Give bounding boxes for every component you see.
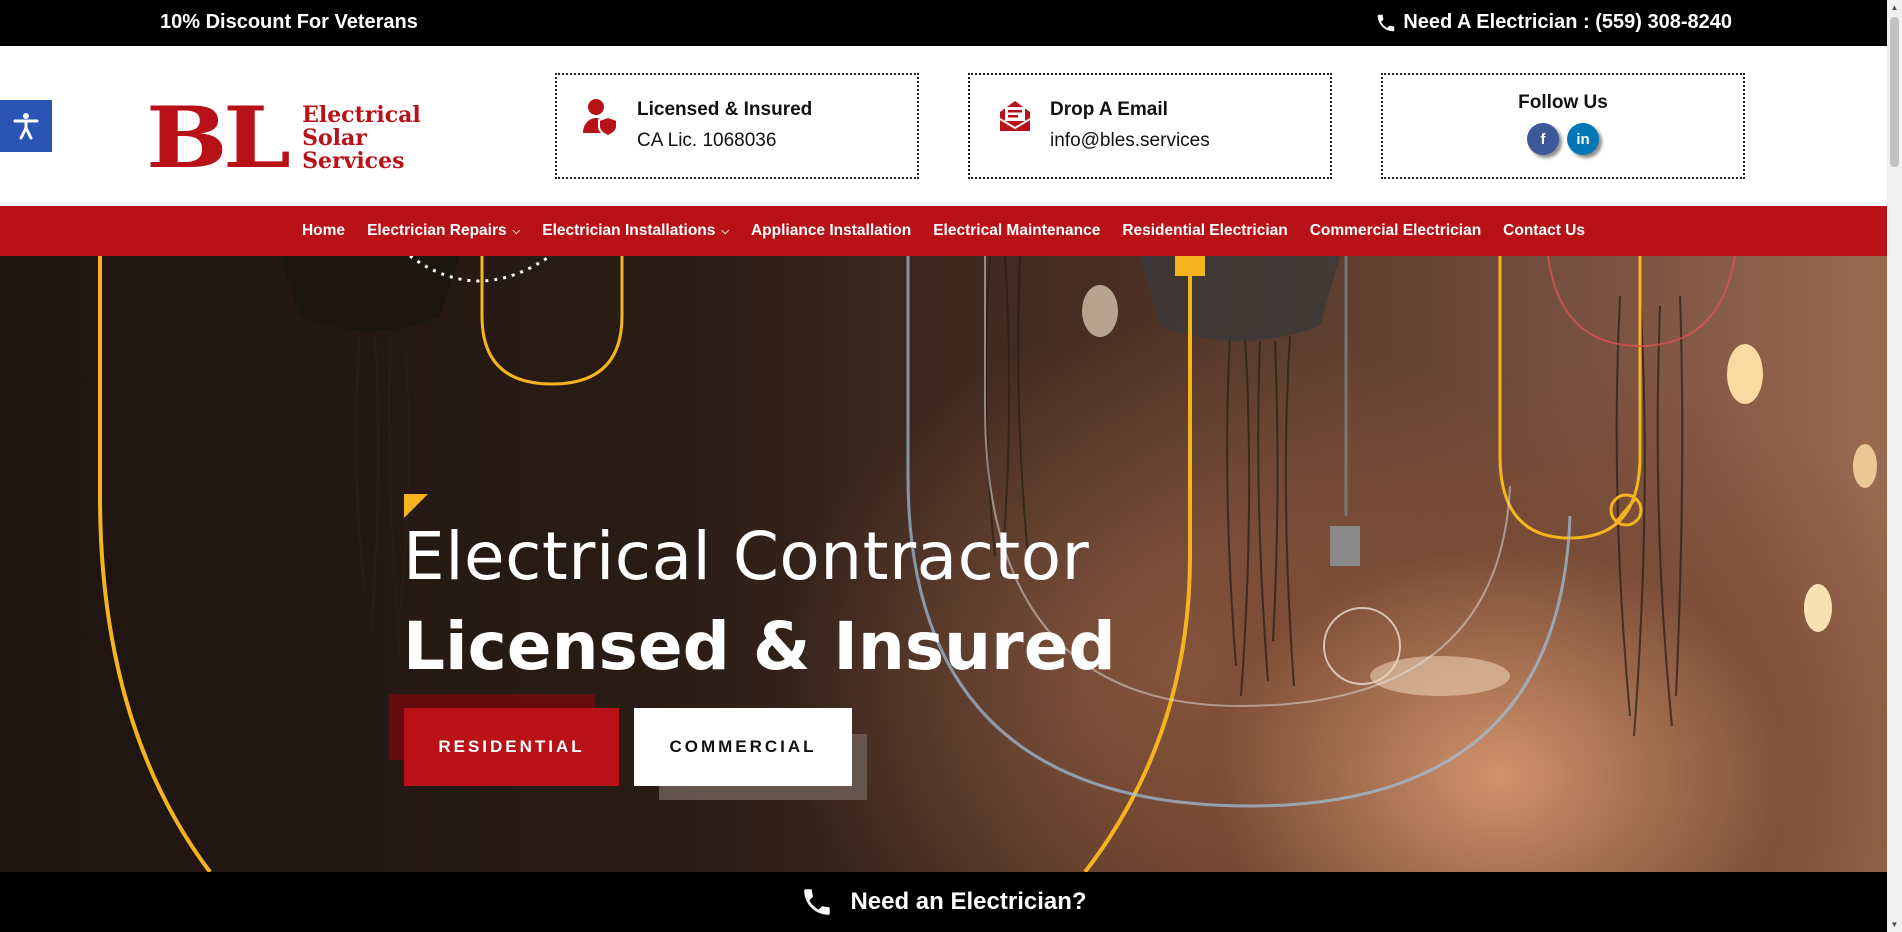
- nav-label: Contact Us: [1503, 222, 1585, 239]
- accessibility-toggle-button[interactable]: [0, 100, 52, 152]
- nav-item-electrician-installations[interactable]: Electrician Installations ⌵: [531, 222, 740, 240]
- header-phone-text: Need A Electrician : (559) 308-8240: [1403, 11, 1732, 33]
- email-title: Drop A Email: [1050, 99, 1168, 120]
- nav-label: Commercial Electrician: [1309, 222, 1482, 239]
- scroll-down-arrow-icon[interactable]: ▼: [1887, 917, 1902, 932]
- commercial-button[interactable]: COMMERCIAL: [634, 708, 852, 786]
- hero-heading-line2: Licensed & Insured: [403, 608, 1116, 685]
- logo-wordmark: Electrical Solar Services: [302, 101, 421, 174]
- email-info-box: Drop A Email info@bles.services: [968, 73, 1332, 179]
- follow-us-title: Follow Us: [1518, 92, 1608, 113]
- nav-label: Appliance Installation: [750, 222, 912, 239]
- call-electrician-text: Need an Electrician?: [850, 888, 1087, 915]
- nav-label: Electrician Installations: [542, 222, 716, 239]
- accent-triangle: [404, 494, 428, 518]
- nav-item-home[interactable]: Home: [291, 222, 356, 240]
- residential-button[interactable]: RESIDENTIAL: [404, 708, 619, 786]
- nav-item-appliance-installation[interactable]: Appliance Installation: [740, 222, 922, 240]
- chevron-down-icon: ⌵: [721, 225, 729, 237]
- chevron-down-icon: ⌵: [512, 225, 521, 237]
- nav-item-electrician-repairs[interactable]: Electrician Repairs ⌵: [356, 222, 531, 240]
- license-info-box: Licensed & Insured CA Lic. 1068036: [555, 73, 919, 179]
- facebook-icon[interactable]: f: [1527, 123, 1559, 155]
- nav-item-contact-us[interactable]: Contact Us: [1492, 222, 1596, 240]
- follow-us-box: Follow Us f in: [1381, 73, 1745, 179]
- main-navigation: Home Electrician Repairs ⌵ Electrician In…: [0, 206, 1887, 256]
- call-electrician-bar[interactable]: Need an Electrician?: [0, 872, 1887, 932]
- hero-heading-line1: Electrical Contractor: [403, 518, 1090, 595]
- logo-line-solar: Solar: [302, 124, 367, 151]
- site-header: BL Electrical Solar Services Licensed & …: [0, 46, 1887, 206]
- logo-letters: BL: [146, 88, 291, 187]
- nav-label: Electrician Repairs: [367, 222, 507, 239]
- nav-label: Home: [301, 222, 346, 239]
- logo-line-electrical: Electrical: [302, 101, 421, 128]
- user-shield-icon: [583, 99, 618, 137]
- accessibility-icon: [13, 113, 39, 140]
- nav-item-electrical-maintenance[interactable]: Electrical Maintenance: [922, 222, 1111, 240]
- hero-section: Electrical Contractor Licensed & Insured…: [0, 256, 1887, 872]
- nav-item-residential-electrician[interactable]: Residential Electrician: [1111, 222, 1298, 240]
- email-address[interactable]: info@bles.services: [1050, 130, 1210, 152]
- site-logo[interactable]: BL Electrical Solar Services: [146, 96, 421, 180]
- license-number: CA Lic. 1068036: [637, 130, 777, 151]
- logo-line-services: Services: [302, 147, 405, 174]
- social-links: f in: [1383, 123, 1743, 155]
- nav-item-commercial-electrician[interactable]: Commercial Electrician: [1299, 222, 1492, 240]
- header-phone-link[interactable]: Need A Electrician : (559) 308-8240: [1375, 11, 1732, 34]
- phone-icon: [804, 889, 831, 915]
- envelope-icon: [999, 101, 1031, 131]
- page-scrollbar[interactable]: ▲ ▼: [1887, 0, 1902, 932]
- license-title: Licensed & Insured: [637, 99, 813, 120]
- top-bar: 10% Discount For Veterans Need A Electri…: [0, 0, 1887, 46]
- phone-icon: [1378, 14, 1395, 31]
- veterans-discount-text: 10% Discount For Veterans: [160, 11, 418, 33]
- scrollbar-thumb[interactable]: [1890, 17, 1899, 167]
- nav-label: Electrical Maintenance: [933, 222, 1101, 239]
- nav-label: Residential Electrician: [1122, 222, 1288, 239]
- linkedin-icon[interactable]: in: [1567, 123, 1599, 155]
- scroll-up-arrow-icon[interactable]: ▲: [1887, 0, 1902, 15]
